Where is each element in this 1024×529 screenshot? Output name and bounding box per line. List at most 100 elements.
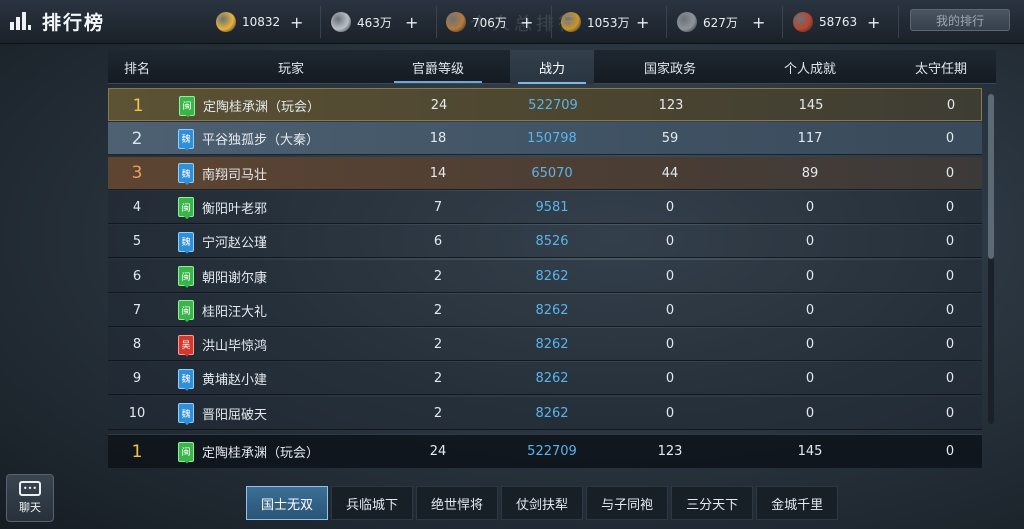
cell-power: 8262 [535, 302, 569, 318]
table-row[interactable]: 7 闽桂阳汪大礼 2 8262 0 0 0 [108, 293, 982, 327]
player-name[interactable]: 朝阳谢尔康 [202, 267, 267, 286]
scrollbar-thumb[interactable] [988, 94, 994, 259]
add-resource-button[interactable]: + [752, 13, 765, 32]
player-name[interactable]: 洪山毕惊鸿 [202, 335, 267, 354]
cell-rank: 10 [128, 405, 146, 421]
nation-flag-icon: 魏 [178, 368, 194, 389]
tab-3[interactable]: 仗剑扶犁 [501, 486, 584, 520]
cell-rank: 7 [132, 302, 142, 318]
cell-term: 0 [945, 371, 955, 387]
nation-flag-char: 吴 [181, 341, 191, 352]
player-name[interactable]: 黄埔赵小建 [202, 369, 267, 388]
page-title: 排行榜 [42, 11, 106, 34]
tab-5[interactable]: 三分天下 [671, 486, 754, 520]
chat-bubble-icon: ••• [19, 481, 41, 496]
cell-term: 0 [945, 302, 955, 318]
column-header-5[interactable]: 个人成就 [744, 50, 876, 84]
resource-value: 706万 [472, 15, 507, 30]
cell-achievement: 0 [805, 302, 815, 318]
title-area: 排行榜 [10, 6, 105, 36]
player-name[interactable]: 宁河赵公瑾 [202, 232, 267, 251]
cell-level: 14 [429, 165, 447, 181]
table-row[interactable]: 9 魏黄埔赵小建 2 8262 0 0 0 [108, 362, 982, 396]
cell-power: 8262 [535, 337, 569, 353]
cell-achievement: 89 [801, 165, 819, 181]
divider [551, 6, 552, 38]
cell-affairs: 59 [661, 131, 679, 147]
table-row[interactable]: 5 魏宁河赵公瑾 6 8526 0 0 0 [108, 225, 982, 259]
column-header-1[interactable]: 玩家 [166, 50, 416, 84]
player-name[interactable]: 衡阳叶老邪 [202, 198, 267, 217]
player-name[interactable]: 定陶桂承渊（玩会） [202, 442, 319, 461]
cell-term: 0 [946, 98, 956, 113]
cell-rank: 6 [132, 268, 142, 284]
divider [320, 6, 321, 38]
cell-achievement: 0 [805, 199, 815, 215]
tab-2[interactable]: 绝世悍将 [416, 486, 499, 520]
chat-bubble-dots: ••• [22, 483, 38, 493]
resource-iron-ore: 627万 [677, 9, 738, 35]
tab-0[interactable]: 国士无双 [246, 486, 329, 520]
nation-flag-char: 闽 [182, 102, 192, 112]
player-name[interactable]: 平谷独孤步（大秦） [202, 129, 319, 148]
cell-power: 522709 [528, 98, 578, 113]
tab-1[interactable]: 兵临城下 [331, 486, 414, 520]
add-resource-button[interactable]: + [867, 13, 880, 32]
cell-level: 2 [433, 302, 443, 318]
tab-6[interactable]: 金城千里 [756, 486, 839, 520]
column-header-2[interactable]: 官爵等级 [380, 50, 496, 84]
cell-rank: 5 [132, 234, 142, 250]
player-name[interactable]: 南翔司马壮 [202, 164, 267, 183]
cell-level: 7 [433, 199, 443, 215]
player-name[interactable]: 桂阳汪大礼 [202, 301, 267, 320]
resource-gold-ingot: 10832 [216, 9, 280, 35]
my-rank-row: 1 闽 定陶桂承渊（玩会） 24 522709 123 145 0 [108, 434, 982, 468]
my-rank-button[interactable]: 我的排行 [910, 9, 1010, 31]
nation-flag-icon: 魏 [178, 163, 194, 184]
cell-power: 150798 [527, 131, 577, 147]
iron-ore-icon [677, 12, 697, 32]
cell-achievement: 145 [797, 444, 823, 459]
chat-button[interactable]: ••• 聊天 [6, 474, 54, 522]
cell-affairs: 123 [658, 98, 684, 113]
war-merit-icon [793, 12, 813, 32]
table-scrollbar[interactable] [988, 94, 994, 424]
table-row[interactable]: 6 闽朝阳谢尔康 2 8262 0 0 0 [108, 259, 982, 293]
column-header-3[interactable]: 战力 [510, 50, 594, 84]
cell-affairs: 0 [665, 234, 675, 250]
cell-term: 0 [945, 131, 955, 147]
divider [782, 6, 783, 38]
table-row[interactable]: 2 魏平谷独孤步（大秦） 18 150798 59 117 0 [108, 122, 982, 156]
table-row[interactable]: 4 闽衡阳叶老邪 7 9581 0 0 0 [108, 190, 982, 224]
cell-affairs: 44 [661, 165, 679, 181]
cell-achievement: 117 [797, 131, 823, 147]
cell-affairs: 0 [665, 199, 675, 215]
nation-flag-icon: 闽 [178, 441, 194, 462]
cell-rank: 8 [132, 337, 142, 353]
add-resource-button[interactable]: + [636, 13, 649, 32]
cell-term: 0 [945, 337, 955, 353]
table-row[interactable]: 10 魏晋阳屈破天 2 8262 0 0 0 [108, 396, 982, 430]
cell-level: 24 [429, 444, 447, 459]
player-name[interactable]: 定陶桂承渊（玩会） [203, 96, 320, 115]
add-resource-button[interactable]: + [520, 13, 533, 32]
column-header-4[interactable]: 国家政务 [608, 50, 732, 84]
table-row[interactable]: 8 吴洪山毕惊鸿 2 8262 0 0 0 [108, 328, 982, 362]
player-name[interactable]: 晋阳屈破天 [202, 404, 267, 423]
resource-wood-log: 1053万 [561, 9, 630, 35]
cell-achievement: 0 [805, 234, 815, 250]
add-resource-button[interactable]: + [290, 13, 303, 32]
table-row[interactable]: 3 魏南翔司马壮 14 65070 44 89 0 [108, 156, 982, 190]
add-resource-button[interactable]: + [405, 13, 418, 32]
column-header-6[interactable]: 太守任期 [886, 50, 996, 84]
nation-flag-char: 魏 [181, 238, 191, 249]
tab-4[interactable]: 与子同袍 [586, 486, 669, 520]
cell-term: 0 [945, 444, 955, 459]
cell-level: 18 [429, 131, 447, 147]
cell-level: 2 [433, 337, 443, 353]
column-header-0[interactable]: 排名 [108, 50, 166, 84]
table-row[interactable]: 1 闽 定陶桂承渊（玩会） 24 522709 123 145 0 [108, 88, 982, 121]
cell-rank: 1 [132, 95, 144, 116]
divider [898, 6, 899, 38]
chat-label: 聊天 [19, 501, 41, 514]
